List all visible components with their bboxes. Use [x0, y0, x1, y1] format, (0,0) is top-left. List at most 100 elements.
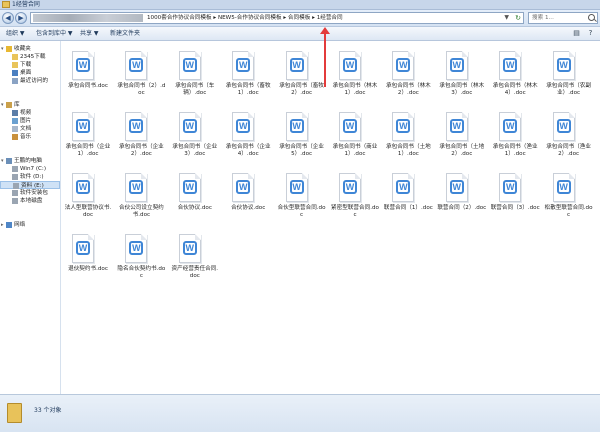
file-item[interactable]: W 合伙协议.doc	[170, 169, 220, 231]
sidebar-item[interactable]: 图片	[0, 117, 60, 125]
sidebar-item-label: 桌面	[20, 70, 32, 76]
view-options-icon[interactable]: ▤	[572, 29, 581, 38]
breadcrumb-item[interactable]: NEW5-合作协议合同模板	[218, 15, 282, 21]
breadcrumb-item[interactable]: 1经营合同	[317, 15, 343, 21]
page-fold	[461, 173, 468, 179]
chevron-down-icon[interactable]: ▼	[504, 13, 509, 23]
file-name: 合伙公司设立契约书.doc	[119, 205, 164, 218]
w-glyph: W	[182, 180, 197, 194]
sidebar-item[interactable]: 软件安装包	[0, 189, 60, 197]
file-item[interactable]: W 承包合同书（商业1）.doc	[330, 108, 380, 170]
file-item[interactable]: W 联营合同（3）.doc	[490, 169, 540, 231]
w-glyph: W	[503, 180, 518, 194]
file-item[interactable]: W 承包合同书（企业3）.doc	[170, 108, 220, 170]
file-item[interactable]: W 退伙契约书.doc	[63, 230, 113, 292]
file-item[interactable]: W 承包合同书（林木3）.doc	[437, 47, 487, 109]
file-item[interactable]: W 法人型联营协议书.doc	[63, 169, 113, 231]
file-item[interactable]: W 承包合同书（2）.doc	[116, 47, 166, 109]
new-folder-button[interactable]: 新建文件夹	[110, 27, 140, 40]
sidebar-item[interactable]: 视频	[0, 109, 60, 117]
sidebar-item[interactable]: ▾ 库	[0, 101, 60, 109]
refresh-icon[interactable]: ↻	[515, 13, 521, 23]
search-box[interactable]: 搜索 1...	[528, 12, 598, 24]
breadcrumb-item[interactable]: 1000套合作协议合同模板	[147, 15, 212, 21]
sidebar-item[interactable]: ▸ 网络	[0, 221, 60, 229]
sidebar-item-label: 软件安装包	[20, 190, 48, 196]
back-button[interactable]: ◀	[2, 12, 14, 24]
file-item[interactable]: W 隐名合伙契约书.doc	[116, 230, 166, 292]
file-item[interactable]: W 承包合同书（畜牧2）.doc	[277, 47, 327, 109]
share-button[interactable]: 共享 ▼	[80, 27, 99, 40]
file-name: 承包合同书（林木1）.doc	[332, 83, 378, 96]
expand-icon[interactable]: ▾	[1, 101, 4, 109]
help-icon[interactable]: ?	[586, 29, 595, 38]
sidebar-item[interactable]: 软件 (D:)	[0, 173, 60, 181]
file-item[interactable]: W 承包合同书（畜牧1）.doc	[223, 47, 273, 109]
w-glyph: W	[556, 58, 571, 72]
sidebar-item[interactable]: 音乐	[0, 133, 60, 141]
search-icon[interactable]	[588, 14, 595, 21]
w-glyph: W	[396, 119, 411, 133]
file-item[interactable]: W 承包合同书（企业2）.doc	[116, 108, 166, 170]
include-in-library-button[interactable]: 包含到库中 ▼	[36, 27, 73, 40]
item-count: 33 个对象	[34, 407, 62, 414]
sidebar-item[interactable]: 本地磁盘	[0, 197, 60, 205]
breadcrumb-item[interactable]: 合同模板	[288, 15, 310, 21]
expand-icon[interactable]: ▸	[1, 221, 4, 229]
file-item[interactable]: W 承包合同书（土地1）.doc	[383, 108, 433, 170]
page-fold	[461, 51, 468, 57]
file-item[interactable]: W 承包合同书（车辆）.doc	[170, 47, 220, 109]
file-item[interactable]: W 合伙型联营合同.doc	[277, 169, 327, 231]
window-title: 1经营合同	[12, 1, 40, 8]
sidebar-item[interactable]: 文档	[0, 125, 60, 133]
music-icon	[12, 134, 18, 140]
file-item[interactable]: W 承包合同书（渔业1）.doc	[490, 108, 540, 170]
file-item[interactable]: W 承包合同书.doc	[63, 47, 113, 109]
file-item[interactable]: W 承包合同书（林木2）.doc	[383, 47, 433, 109]
forward-button[interactable]: ▶	[15, 12, 27, 24]
file-item[interactable]: W 合伙公司设立契约书.doc	[116, 169, 166, 231]
word-document-icon: W	[499, 173, 522, 202]
w-glyph: W	[129, 58, 144, 72]
page-fold	[515, 51, 522, 57]
file-item[interactable]: W 承包合同书（土地2）.doc	[437, 108, 487, 170]
expand-icon[interactable]: ▾	[1, 45, 4, 53]
page-fold	[141, 234, 148, 240]
file-item[interactable]: W 紧密型联营合同.doc	[330, 169, 380, 231]
sidebar-item[interactable]: 桌面	[0, 69, 60, 77]
w-glyph: W	[343, 58, 357, 72]
organize-button[interactable]: 组织 ▼	[6, 27, 25, 40]
file-item[interactable]: W 联营合同（1）.doc	[383, 169, 433, 231]
word-document-icon: W	[445, 51, 468, 80]
sidebar-item[interactable]: ▾ 收藏夹	[0, 45, 60, 53]
sidebar-item[interactable]: 最近访问的	[0, 77, 60, 85]
page-fold	[568, 51, 575, 57]
file-item[interactable]: W 承包合同书（林木4）.doc	[490, 47, 540, 109]
sidebar-item[interactable]: 资料 (E:)	[0, 181, 60, 189]
desktop-icon	[12, 70, 18, 76]
breadcrumb[interactable]: 1000套合作协议合同模板 ▸ NEW5-合作协议合同模板 ▸ 合同模板 ▸ 1…	[147, 13, 343, 23]
file-item[interactable]: W 承包合同书（企业4）.doc	[223, 108, 273, 170]
file-name: 承包合同书（林木3）.doc	[439, 83, 485, 96]
sidebar-item[interactable]: 2345下载	[0, 53, 60, 61]
file-item[interactable]: W 承包合同书（农副业）.doc	[544, 47, 594, 109]
search-input[interactable]: 搜索 1...	[532, 13, 554, 23]
word-document-icon: W	[552, 112, 575, 141]
sidebar-item[interactable]: ▾ 王鹏的电脑	[0, 157, 60, 165]
address-bar[interactable]: 1000套合作协议合同模板 ▸ NEW5-合作协议合同模板 ▸ 合同模板 ▸ 1…	[30, 12, 524, 24]
sidebar-item[interactable]: 下载	[0, 61, 60, 69]
file-item[interactable]: W 联营合同（2）.doc	[437, 169, 487, 231]
sidebar-item-label: 软件 (D:)	[20, 174, 44, 180]
word-document-icon: W	[125, 112, 148, 141]
file-item[interactable]: W 松散型联营合同.doc	[544, 169, 594, 231]
expand-icon[interactable]: ▾	[1, 157, 4, 165]
file-item[interactable]: W 承包合同书（渔业2）.doc	[544, 108, 594, 170]
file-item[interactable]: W 承包合同书（企业1）.doc	[63, 108, 113, 170]
sidebar-item[interactable]: Win7 (C:)	[0, 165, 60, 173]
file-item[interactable]: W 承包合同书（林木1）.doc	[330, 47, 380, 109]
file-item[interactable]: W 资产经营责任合同.doc	[170, 230, 220, 292]
word-document-icon: W	[72, 51, 94, 80]
file-item[interactable]: W 合伙协议.doc	[223, 169, 273, 231]
file-name: 松散型联营合同.doc	[544, 205, 593, 218]
file-item[interactable]: W 承包合同书（企业5）.doc	[277, 108, 327, 170]
